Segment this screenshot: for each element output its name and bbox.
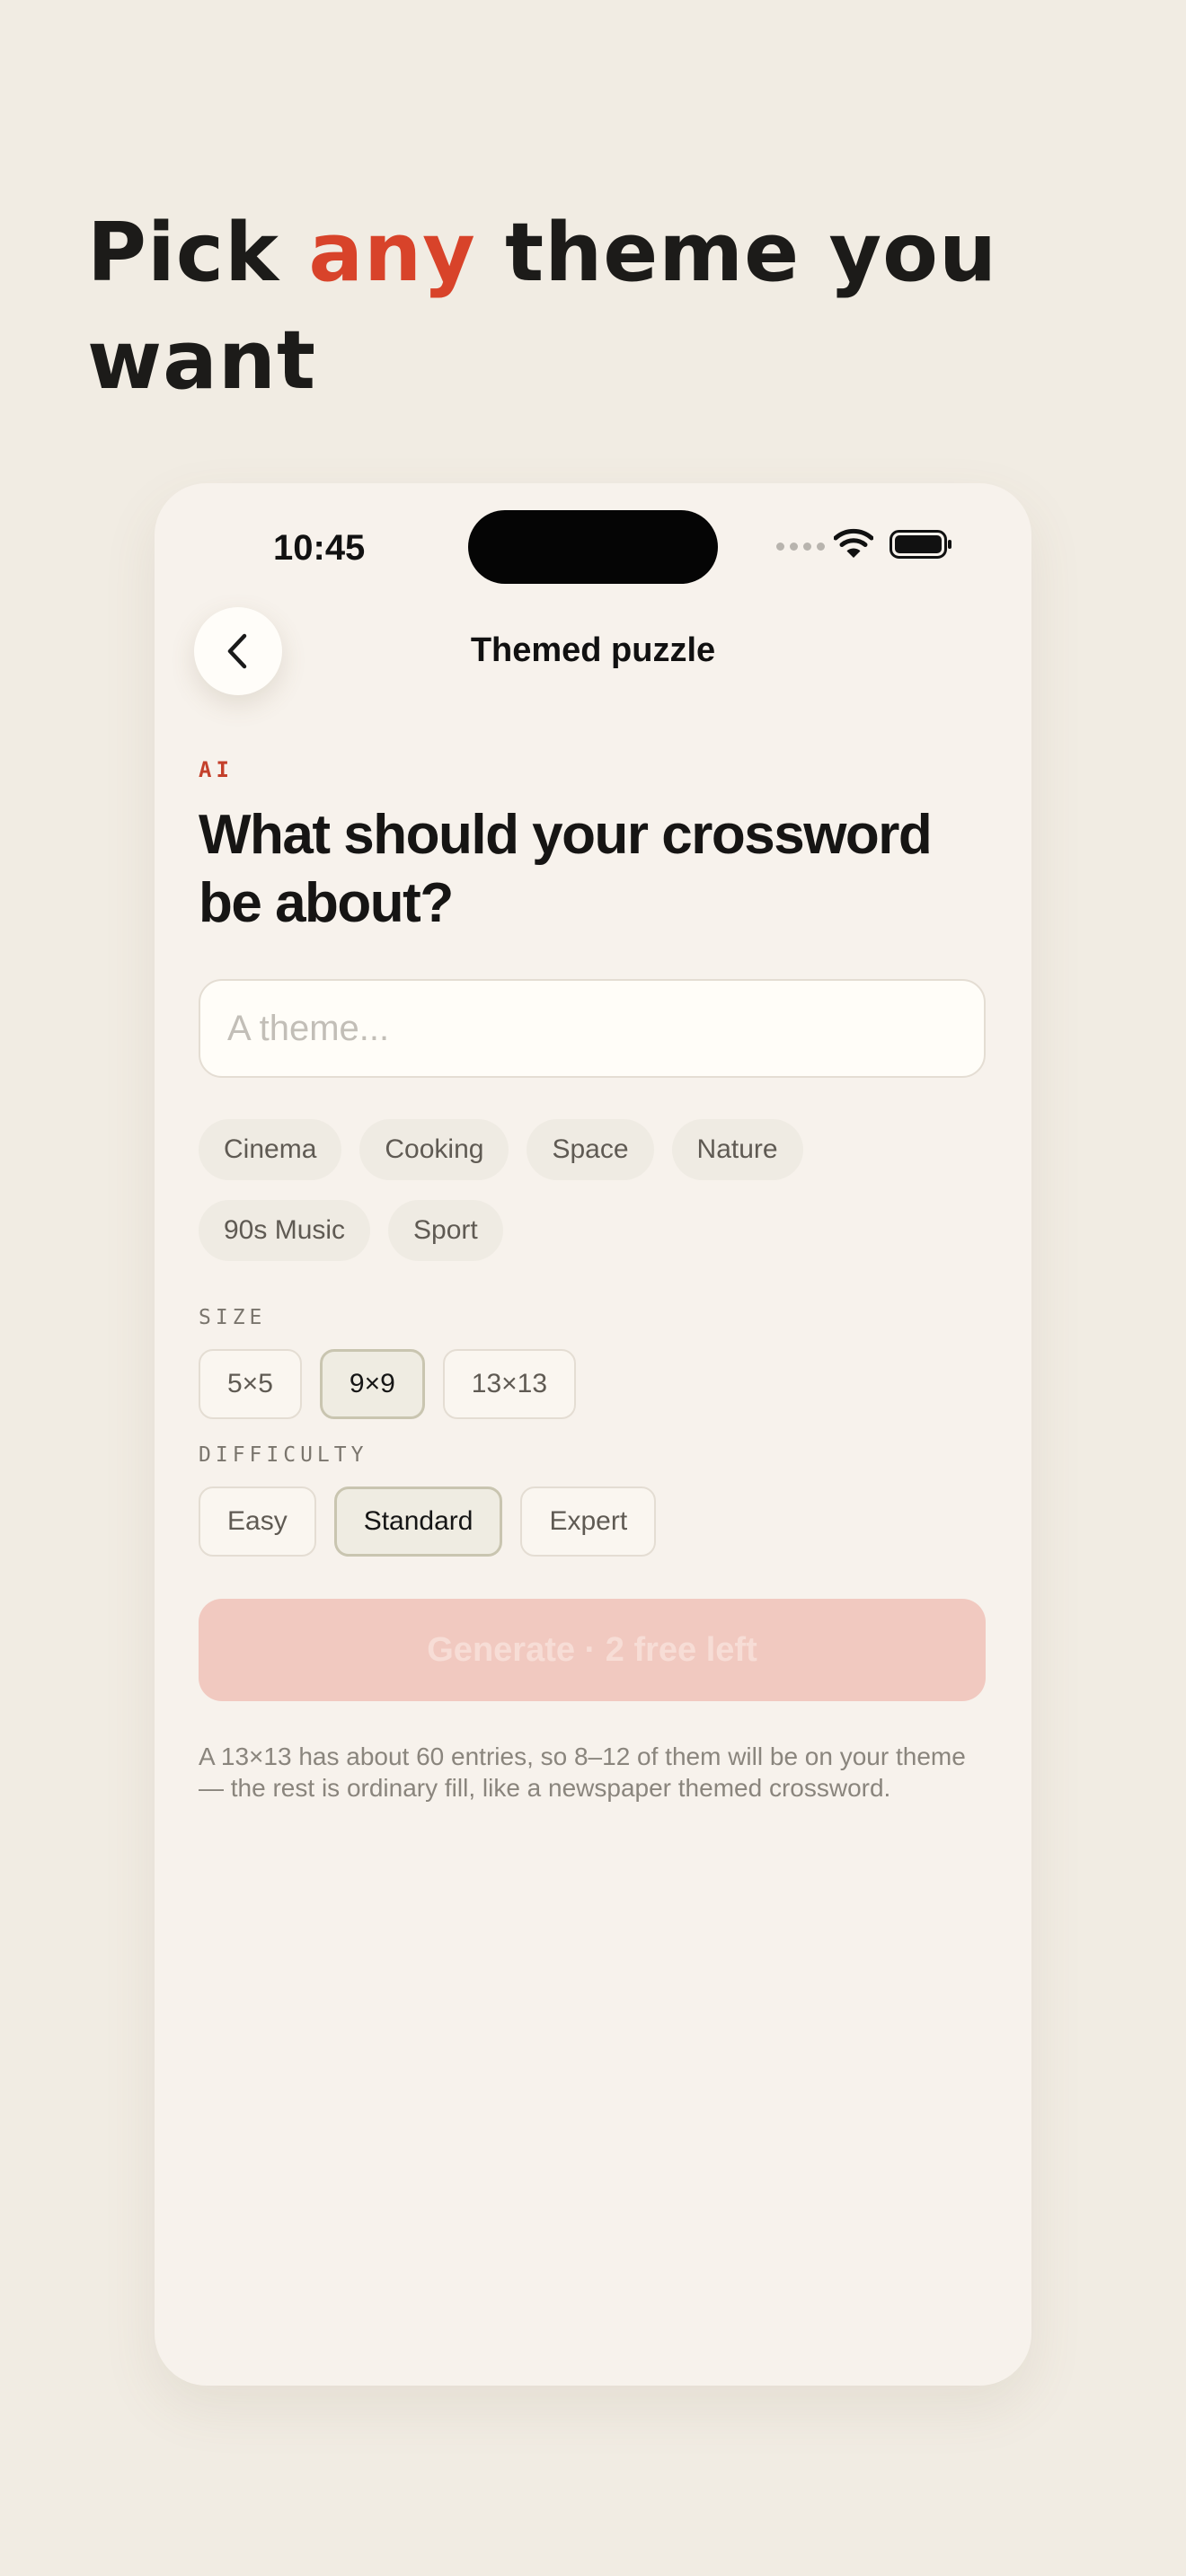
wifi-icon — [834, 528, 873, 558]
size-option-9x9[interactable]: 9×9 — [319, 1349, 425, 1419]
theme-suggestions: Cinema Cooking Space Nature 90s Music Sp… — [199, 1119, 986, 1261]
size-option-5x5[interactable]: 5×5 — [199, 1349, 302, 1419]
theme-input[interactable] — [199, 979, 986, 1078]
headline-start: Pick — [87, 206, 309, 300]
nav-title: Themed puzzle — [470, 631, 716, 669]
suggestion-chip-space[interactable]: Space — [527, 1119, 654, 1180]
size-selector: 5×5 9×9 13×13 — [199, 1349, 577, 1419]
size-label: SIZE — [199, 1306, 267, 1329]
question-heading: What should your crossword be about? — [199, 804, 933, 934]
cellular-signal-icon — [776, 543, 825, 551]
size-explanation-note: A 13×13 has about 60 entries, so 8–12 of… — [199, 1742, 966, 1802]
difficulty-option-easy[interactable]: Easy — [199, 1486, 316, 1557]
suggestion-chip-nature[interactable]: Nature — [671, 1119, 803, 1180]
dynamic-island — [468, 510, 718, 584]
ai-tag: AI — [199, 757, 234, 782]
back-button[interactable] — [194, 607, 282, 695]
generate-button[interactable]: Generate · 2 free left — [199, 1599, 986, 1701]
battery-icon — [890, 530, 951, 559]
chevron-left-icon — [227, 633, 247, 669]
status-time: 10:45 — [273, 528, 366, 568]
difficulty-option-expert[interactable]: Expert — [520, 1486, 657, 1557]
suggestion-chip-cinema[interactable]: Cinema — [199, 1119, 342, 1180]
difficulty-selector: Easy Standard Expert — [199, 1486, 657, 1557]
suggestion-chip-cooking[interactable]: Cooking — [359, 1119, 509, 1180]
headline-accent-word: any — [308, 206, 476, 300]
suggestion-chip-90s-music[interactable]: 90s Music — [199, 1200, 371, 1261]
difficulty-option-standard[interactable]: Standard — [333, 1486, 503, 1557]
size-option-13x13[interactable]: 13×13 — [442, 1349, 577, 1419]
headline: Pick any theme you want — [87, 199, 1111, 415]
phone-screen: 10:45 Themed puzzle AI What should your … — [155, 483, 1031, 2386]
suggestion-chip-sport[interactable]: Sport — [388, 1200, 503, 1261]
difficulty-label: DIFFICULTY — [199, 1443, 368, 1467]
